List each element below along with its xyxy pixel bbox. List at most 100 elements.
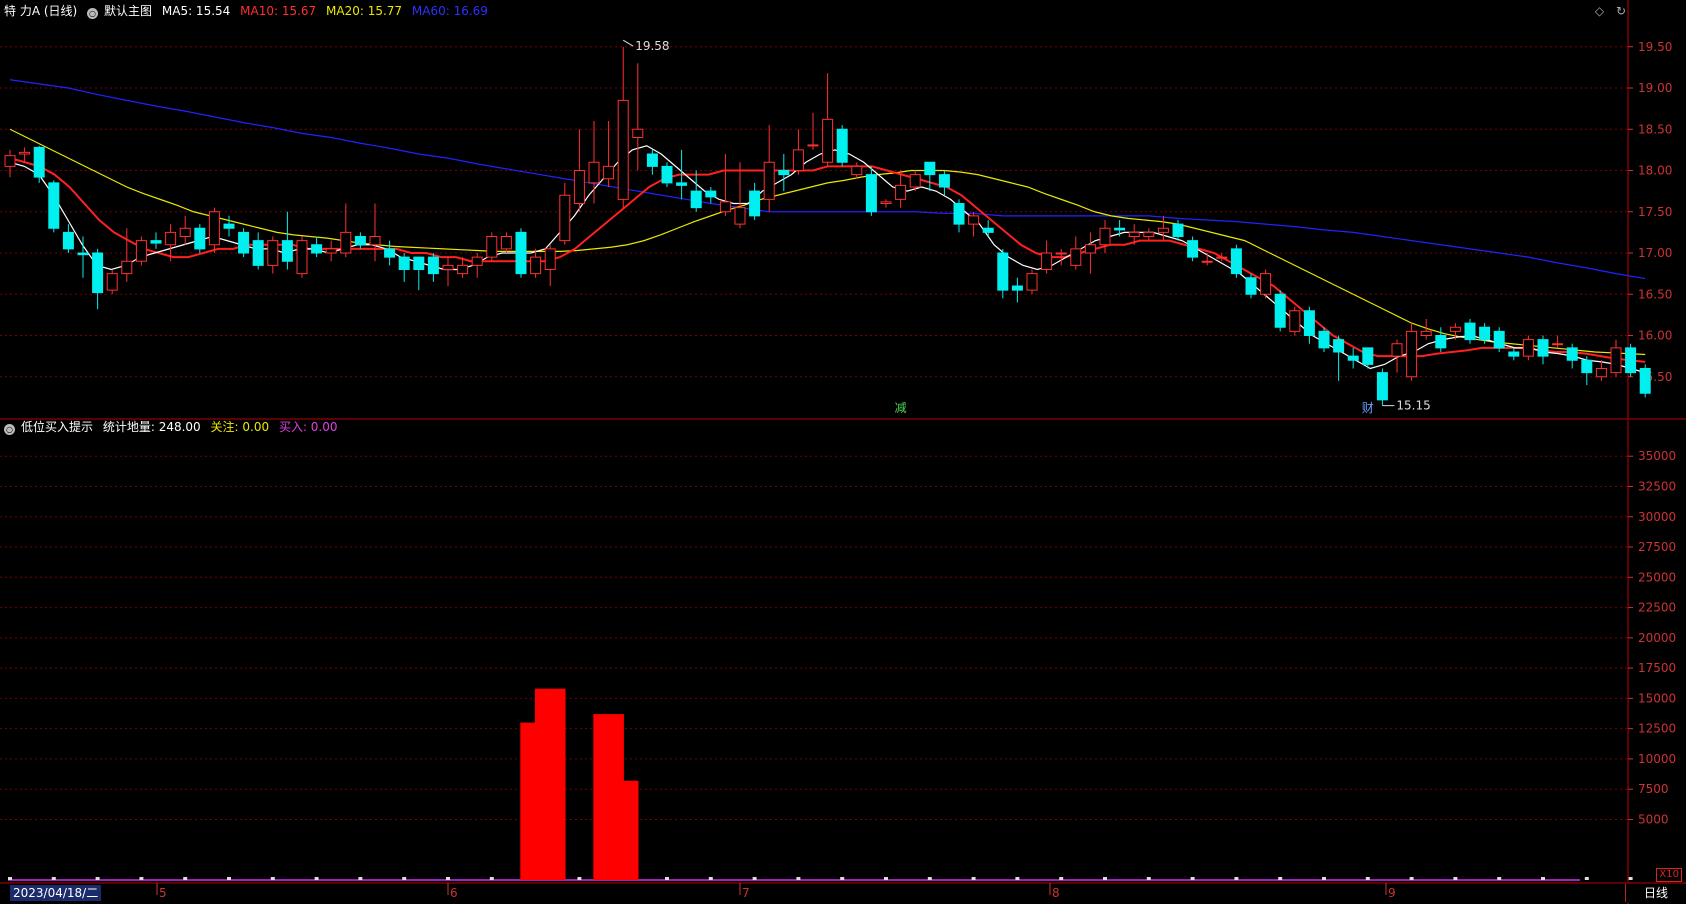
volume-axis-label: 10000: [1638, 752, 1676, 766]
baseline-marker: [665, 877, 669, 880]
candle-body: [1216, 256, 1228, 259]
candle-body: [62, 231, 74, 250]
candle-body: [19, 151, 31, 155]
candle-body: [1303, 310, 1315, 336]
volume-axis-label: 12500: [1638, 722, 1676, 736]
candle-body: [1114, 227, 1126, 231]
baseline-marker: [1584, 877, 1589, 880]
baseline-marker: [95, 877, 100, 880]
candle-body: [588, 161, 600, 184]
volume-axis-label: 20000: [1638, 631, 1676, 645]
candle-body: [1187, 240, 1199, 258]
candle-body: [1610, 347, 1622, 374]
baseline-marker: [314, 877, 319, 880]
baseline-marker: [796, 877, 801, 880]
circle-icon[interactable]: ○: [4, 424, 15, 435]
stock-title[interactable]: 特 力A (日线): [4, 4, 77, 18]
ma60-label: MA60: 16.69: [411, 4, 488, 18]
candle-body: [1070, 248, 1082, 266]
candle-body: [953, 203, 965, 225]
candle-body: [427, 256, 439, 275]
candle-body: [1099, 227, 1111, 246]
candle-body: [1522, 339, 1534, 357]
sub-header: ○ 低位买入提示 统计地量: 248.00 关注: 0.00 买入: 0.00: [4, 419, 344, 435]
candle-body: [252, 240, 264, 266]
candle-body: [924, 161, 936, 176]
volume-bar: [534, 688, 551, 880]
candle-body: [1245, 277, 1257, 295]
baseline-marker: [1103, 877, 1107, 880]
candle-body: [1347, 355, 1359, 361]
baseline-marker: [8, 877, 12, 880]
candle-body: [1420, 330, 1432, 336]
price-axis-label: 19.50: [1638, 40, 1672, 54]
candle-body: [354, 236, 366, 246]
candle-body: [413, 256, 425, 270]
candle-body: [603, 165, 615, 180]
baseline-marker: [358, 877, 363, 880]
refresh-icon[interactable]: ↻: [1616, 4, 1626, 18]
candle-body: [1172, 223, 1184, 237]
candle-body: [4, 155, 16, 167]
candle-body: [807, 144, 819, 147]
candle-body: [194, 227, 206, 250]
candle-body: [1128, 231, 1140, 237]
kline-chart[interactable]: 19.50 19.00 18.50 18.00 17.50 17.00 16.50 16.00…: [0, 0, 1686, 904]
scale-button[interactable]: X10: [1656, 868, 1682, 882]
candle-body: [340, 231, 352, 254]
candle-body: [150, 240, 162, 244]
candle-body: [1464, 322, 1476, 341]
candle-body: [997, 252, 1009, 291]
candle-body: [661, 165, 673, 184]
price-axis-label: 16.00: [1638, 329, 1672, 343]
candle-body: [515, 231, 527, 275]
candle-body: [1537, 339, 1549, 357]
high-pointer: [622, 39, 634, 47]
candle-body: [442, 264, 454, 270]
candle-body: [1143, 231, 1155, 237]
diamond-icon[interactable]: ◇: [1595, 4, 1604, 18]
volume-axis-label: 25000: [1638, 570, 1676, 584]
baseline-marker: [1628, 877, 1633, 880]
candle-body: [646, 153, 658, 167]
period-button[interactable]: 日线: [1625, 884, 1686, 902]
volume-axis-label: 7500: [1638, 782, 1669, 796]
volume-axis-label: 30000: [1638, 510, 1676, 524]
candle-body: [325, 248, 337, 254]
baseline-marker: [1541, 877, 1545, 880]
baseline-marker: [1409, 877, 1414, 880]
baseline-marker: [1497, 877, 1502, 880]
candle-body: [1011, 285, 1023, 291]
candle-body: [486, 236, 498, 258]
month-label: 8: [1052, 886, 1060, 900]
baseline-marker: [1365, 877, 1370, 880]
high-label: 19.58: [635, 39, 669, 53]
baseline-marker: [884, 877, 888, 880]
baseline-marker: [489, 877, 494, 880]
baseline-marker: [752, 877, 757, 880]
candle-body: [1508, 351, 1520, 357]
candle-body: [851, 165, 863, 176]
baseline-marker: [1059, 877, 1064, 880]
main-header: 特 力A (日线) ○ 默认主图 MA5: 15.54 MA10: 15.67 M…: [4, 3, 494, 19]
candle-body: [1201, 260, 1213, 263]
price-axis-label: 17.00: [1638, 246, 1672, 260]
indicator-name[interactable]: 低位买入提示: [21, 420, 93, 434]
baseline-marker: [51, 877, 56, 880]
candle-body: [384, 248, 396, 258]
main-indicator-label[interactable]: 默认主图: [104, 4, 152, 18]
buy-label: 买入: 0.00: [278, 420, 338, 434]
baseline-marker: [927, 877, 932, 880]
candle-body: [311, 244, 323, 254]
candle-body: [1639, 368, 1651, 394]
ma20-label: MA20: 15.77: [326, 4, 403, 18]
baseline-marker: [1453, 877, 1458, 880]
circle-icon[interactable]: ○: [87, 8, 99, 19]
candle-body: [1391, 343, 1403, 357]
candle-body: [48, 182, 60, 229]
volume-axis-label: 5000: [1638, 812, 1669, 826]
candle-body: [1260, 273, 1272, 295]
candle-body: [1041, 252, 1053, 270]
volume-axis-label: 15000: [1638, 691, 1676, 705]
month-label: 6: [450, 886, 458, 900]
